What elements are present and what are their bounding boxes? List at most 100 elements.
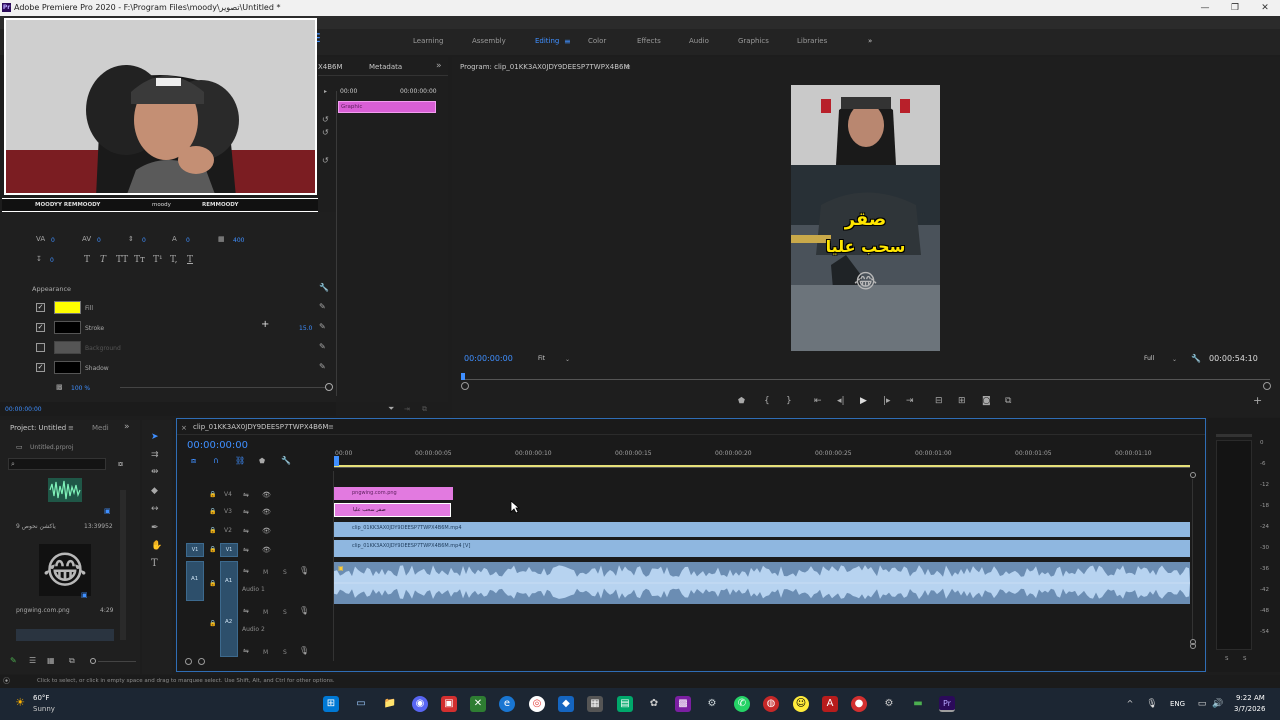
app-blue-icon[interactable]: ◆	[558, 696, 574, 712]
snapchat-icon[interactable]: ☺	[793, 696, 809, 712]
timeline-settings-icon[interactable]: 🔧	[281, 456, 291, 466]
volume-icon[interactable]: 🔊	[1210, 696, 1226, 712]
sequence-tab[interactable]: clip_01KK3AX0JDY9DEESP7TWPX4B6M	[193, 423, 328, 431]
go-to-out-icon[interactable]: ⇥	[906, 396, 914, 406]
whatsapp-icon[interactable]: ✆	[734, 696, 750, 712]
lock-icon[interactable]: 🔒	[209, 545, 216, 555]
video-item-thumbnail[interactable]	[16, 629, 114, 641]
lock-icon[interactable]: 🔒	[209, 579, 216, 589]
program-playhead-timecode[interactable]: 00:00:00:00	[464, 354, 513, 363]
clip-v4-png[interactable]: pngwing.com.png	[334, 487, 453, 500]
audio-item-name[interactable]: ياكشن نحوص 9	[16, 523, 56, 530]
go-to-in-icon[interactable]: ⇤	[814, 396, 822, 406]
opacity-slider-handle[interactable]	[325, 383, 333, 391]
microphone-icon[interactable]: 🎙	[299, 566, 309, 576]
close-tab-icon[interactable]: ×	[181, 423, 187, 433]
reset-icon[interactable]: ↺	[322, 115, 329, 125]
list-view-icon[interactable]: ☰	[29, 656, 36, 666]
export-icon[interactable]: ⇥	[404, 404, 410, 414]
step-forward-icon[interactable]: |▸	[883, 396, 891, 406]
microphone-icon[interactable]: 🎙	[299, 646, 309, 656]
background-swatch[interactable]	[54, 341, 81, 354]
razor-tool-icon[interactable]: ◆	[151, 486, 158, 496]
app-red-circle-icon[interactable]: ◍	[763, 696, 779, 712]
eye-icon[interactable]: 👁	[262, 526, 271, 536]
play-icon[interactable]: ▶	[860, 396, 867, 406]
track-select-tool-icon[interactable]: ⇉	[151, 450, 159, 460]
disclosure-icon[interactable]: ▸	[324, 87, 327, 97]
reset-icon[interactable]: ↺	[322, 128, 329, 138]
workspace-tab-effects[interactable]: Effects	[637, 37, 661, 45]
sync-lock-icon[interactable]: ⇋	[243, 545, 249, 555]
track-target-v1[interactable]: V1	[220, 543, 238, 557]
add-stroke-icon[interactable]: +	[261, 320, 269, 330]
steam-icon[interactable]: ⚙	[704, 696, 720, 712]
workspace-tab-assembly[interactable]: Assembly	[472, 37, 506, 45]
clock-date[interactable]: 3/7/2026	[1234, 705, 1265, 713]
comparison-view-icon[interactable]: ⧉	[1005, 396, 1011, 406]
add-marker-icon[interactable]: ⬟	[738, 396, 745, 406]
panel-menu-icon[interactable]: ≡	[68, 423, 74, 433]
mute-button[interactable]: M	[263, 569, 268, 576]
source-tab[interactable]: X4B6M	[318, 63, 343, 71]
eye-icon[interactable]: 👁	[262, 490, 271, 500]
pen-tool-icon[interactable]: ✒	[151, 523, 159, 533]
eyedropper-icon[interactable]: ✎	[319, 342, 326, 352]
opacity-slider-track[interactable]	[120, 387, 325, 388]
slip-tool-icon[interactable]: ↔	[151, 504, 159, 514]
solo-button[interactable]: S	[283, 569, 287, 576]
sync-lock-icon[interactable]: ⇋	[243, 507, 249, 517]
workspace-overflow-button[interactable]: »	[868, 37, 872, 45]
xbox-icon[interactable]: ✕	[470, 696, 486, 712]
lift-icon[interactable]: ⊟	[935, 396, 943, 406]
sync-lock-icon[interactable]: ⇋	[243, 646, 249, 656]
zoom-slider-track[interactable]	[98, 661, 136, 662]
subscript-button[interactable]: T,	[170, 255, 178, 265]
metadata-tab[interactable]: Metadata	[369, 63, 402, 71]
lock-icon[interactable]: 🔒	[209, 490, 216, 500]
step-back-icon[interactable]: ◂|	[837, 396, 845, 406]
tracking-icon[interactable]: AV	[82, 234, 91, 244]
underline-button[interactable]: T	[187, 255, 193, 265]
sync-lock-icon[interactable]: ⇋	[243, 566, 249, 576]
icon-view-icon[interactable]: ▦	[47, 656, 55, 666]
eg-timecode[interactable]: 00:00:00:00	[5, 406, 42, 413]
leading-icon[interactable]: ⇕	[128, 234, 134, 244]
panel-menu-icon[interactable]: ≡	[625, 62, 631, 72]
sync-lock-icon[interactable]: ⇋	[243, 606, 249, 616]
indent-value[interactable]: 0	[50, 257, 54, 264]
fill-checkbox[interactable]: ✓	[36, 303, 45, 312]
clip-v2-video[interactable]: clip_01KK3AX0JDY9DEESP7TWPX4B6M.mp4	[334, 522, 1190, 537]
png-item-name[interactable]: pngwing.com.png	[16, 607, 70, 614]
leading-value[interactable]: 0	[142, 237, 146, 244]
app-green-icon[interactable]: ▤	[617, 696, 633, 712]
zoom-handle-left[interactable]	[461, 382, 469, 390]
h-zoom-handle-right[interactable]	[198, 658, 205, 665]
ripple-edit-tool-icon[interactable]: ⇹	[151, 467, 159, 477]
microphone-tray-icon[interactable]: 🎙	[1144, 696, 1160, 712]
faux-bold-button[interactable]: T	[84, 255, 90, 265]
freeform-view-icon[interactable]: ⧉	[69, 656, 75, 666]
clip-v1-video[interactable]: clip_01KK3AX0JDY9DEESP7TWPX4B6M.mp4 [V]	[334, 540, 1190, 557]
clip-v3-caption[interactable]: صقر سحب عليا	[334, 503, 451, 517]
baseline-shift-value[interactable]: 0	[186, 237, 190, 244]
windows-start-icon[interactable]: ⊞	[323, 696, 339, 712]
add-marker-icon[interactable]: ⬟	[259, 456, 265, 466]
solo-button[interactable]: S	[283, 649, 287, 656]
settings-gear-icon[interactable]: ⚙	[881, 696, 897, 712]
kerning-icon[interactable]: VA	[36, 234, 45, 244]
chevron-down-icon[interactable]: ⌄	[565, 355, 570, 365]
type-tool-icon[interactable]: T	[151, 559, 158, 569]
shadow-opacity-value[interactable]: 100 %	[71, 385, 90, 392]
stroke-swatch[interactable]	[54, 321, 81, 334]
eye-icon[interactable]: 👁	[262, 507, 271, 517]
program-scrubber-track[interactable]	[464, 379, 1270, 380]
acrobat-icon[interactable]: A	[822, 696, 838, 712]
shadow-swatch[interactable]	[54, 361, 81, 374]
snap-icon[interactable]: ∩	[213, 456, 219, 466]
eyedropper-icon[interactable]: ✎	[319, 302, 326, 312]
workspace-tab-editing[interactable]: Editing	[535, 37, 559, 45]
shadow-checkbox[interactable]: ✓	[36, 363, 45, 372]
png-item-thumbnail[interactable]: 😂	[39, 544, 91, 596]
mark-out-icon[interactable]: }	[786, 396, 792, 406]
